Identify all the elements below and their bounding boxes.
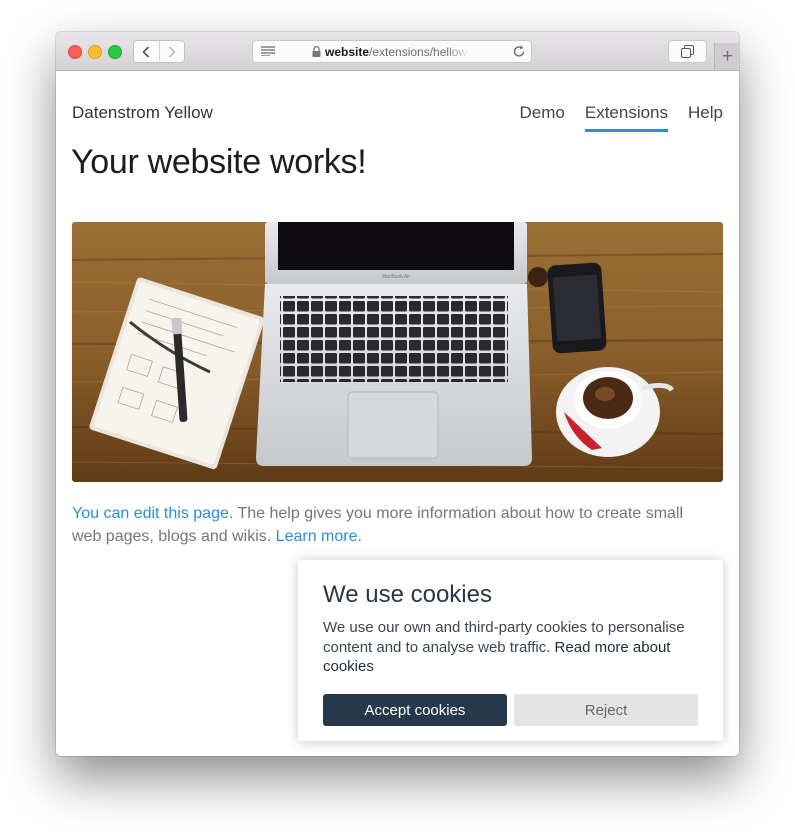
close-window-button[interactable] (68, 45, 82, 59)
url-text: website/extensions/hellow (325, 45, 468, 59)
nav-item-extensions[interactable]: Extensions (584, 103, 669, 132)
address-bar[interactable]: website/extensions/hellow (252, 40, 532, 63)
cookie-banner-text: We use our own and third-party cookies t… (323, 619, 685, 675)
nav-item-demo[interactable]: Demo (520, 103, 565, 132)
site-title[interactable]: Datenstrom Yellow (72, 103, 213, 123)
cookie-banner: We use cookies We use our own and third-… (298, 560, 723, 741)
tabs-overview-icon (681, 45, 694, 58)
svg-text:MacBook Air: MacBook Air (382, 274, 410, 280)
zoom-window-button[interactable] (108, 45, 122, 59)
minimize-window-button[interactable] (88, 45, 102, 59)
edit-page-link[interactable]: You can edit this page (72, 505, 229, 522)
browser-toolbar: website/extensions/hellow + (56, 32, 739, 71)
back-button[interactable] (134, 41, 159, 62)
reader-view-icon[interactable] (261, 46, 275, 56)
chevron-left-icon (142, 45, 150, 58)
page-heading: Your website works! (71, 143, 367, 181)
forward-button[interactable] (158, 41, 185, 62)
show-tabs-button[interactable] (668, 40, 707, 63)
plus-icon: + (721, 46, 734, 67)
reject-cookies-button[interactable]: Reject (514, 694, 698, 726)
history-buttons (133, 40, 185, 63)
browser-window: website/extensions/hellow + Datenstrom Y… (56, 32, 739, 756)
chevron-right-icon (168, 45, 176, 58)
web-page: Datenstrom Yellow Demo Extensions Help Y… (56, 71, 739, 756)
reload-icon[interactable] (512, 44, 526, 58)
learn-more-link[interactable]: Learn more (276, 528, 358, 545)
site-navigation: Demo Extensions Help (520, 103, 723, 132)
lock-icon (312, 46, 321, 57)
accept-cookies-button[interactable]: Accept cookies (323, 694, 507, 726)
cookie-banner-title: We use cookies (323, 581, 492, 608)
new-tab-button[interactable]: + (714, 43, 739, 70)
nav-item-help[interactable]: Help (688, 103, 723, 132)
laptop-desk-photo: MacBook Air (72, 222, 723, 482)
intro-text: You can edit this page. The help gives y… (72, 505, 684, 545)
hero-image: MacBook Air (72, 222, 723, 482)
